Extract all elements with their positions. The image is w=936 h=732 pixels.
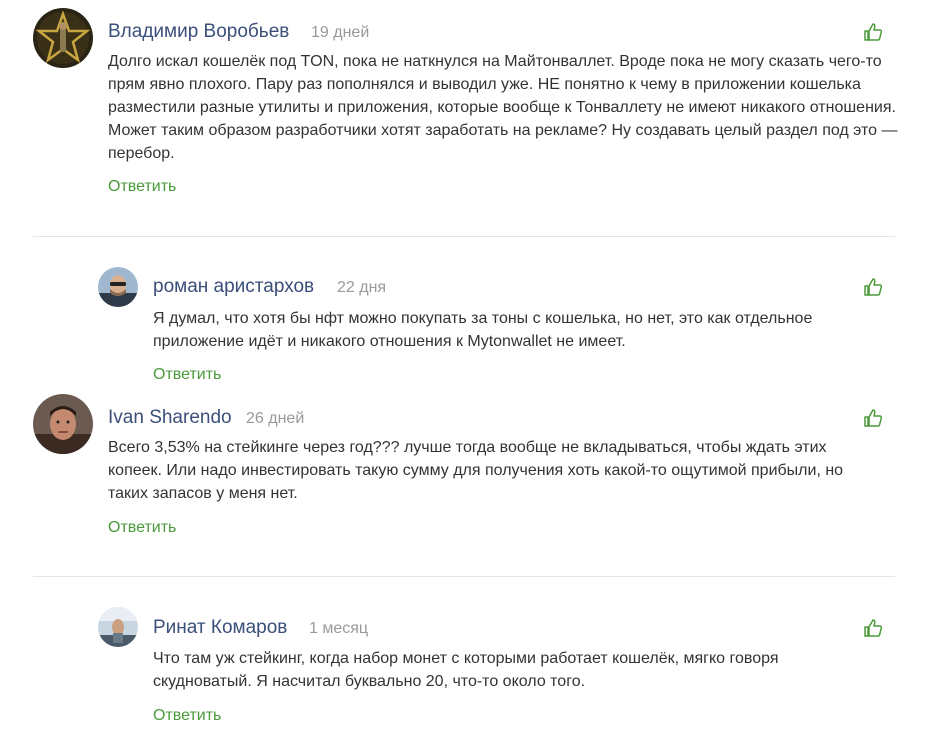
star-avatar-icon (33, 8, 93, 68)
user-photo-icon (98, 267, 138, 307)
comment-time: 22 дня (337, 279, 387, 296)
thumbs-up-icon[interactable] (863, 277, 883, 297)
thumbs-up-icon[interactable] (863, 22, 883, 42)
reply-button[interactable]: Ответить (108, 519, 176, 537)
comment-time: 19 дней (311, 24, 370, 41)
comment-author[interactable]: роман аристархов (153, 276, 314, 298)
comment-time: 26 дней (246, 410, 305, 427)
avatar[interactable] (33, 8, 93, 68)
comment-author[interactable]: Ivan Sharendo (108, 407, 232, 429)
comment-author[interactable]: Ринат Комаров (153, 617, 287, 639)
comment-text: Всего 3,53% на стейкинге через год??? лу… (108, 439, 844, 502)
reply-button[interactable]: Ответить (153, 366, 221, 384)
comment-author[interactable]: Владимир Воробьев (108, 21, 289, 43)
user-photo-icon (98, 607, 138, 647)
avatar[interactable] (98, 267, 138, 307)
avatar[interactable] (33, 394, 93, 454)
comment-time: 1 месяц (309, 620, 369, 637)
reply-button[interactable]: Ответить (108, 178, 176, 196)
avatar[interactable] (98, 607, 138, 647)
user-photo-icon (33, 394, 93, 454)
comment-text: Что там уж стейкинг, когда набор монет с… (153, 650, 779, 690)
comment-text: Долго искал кошелёк под TON, пока не нат… (108, 53, 898, 162)
thumbs-up-icon[interactable] (863, 618, 883, 638)
thumbs-up-icon[interactable] (863, 408, 883, 428)
divider (33, 236, 895, 237)
divider (33, 576, 895, 577)
reply-button[interactable]: Ответить (153, 707, 221, 725)
comment-text: Я думал, что хотя бы нфт можно покупать … (153, 310, 813, 350)
